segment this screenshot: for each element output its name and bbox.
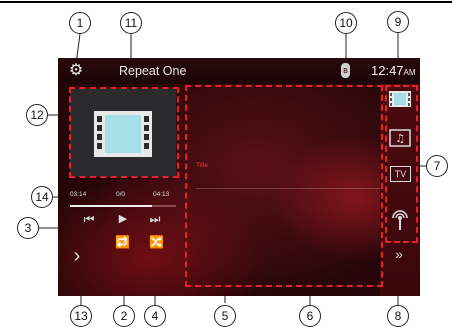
callout-14: 14: [31, 186, 53, 208]
total-time: 04:13: [153, 191, 170, 198]
svg-text:♫: ♫: [395, 132, 405, 145]
track-counter: 0/0: [116, 191, 126, 198]
callout-10: 10: [335, 12, 357, 34]
callout-3: 3: [17, 217, 39, 239]
repeat-icon[interactable]: 🔁: [115, 235, 130, 249]
clock-time: 12:47: [371, 63, 404, 78]
head-unit-screen: ⚙ Repeat One ʙ 12:47AM 03:14 0/0 04:13 ⏮…: [58, 58, 420, 296]
clock-am-pm: AM: [403, 68, 416, 77]
callout-1: 1: [69, 12, 91, 34]
tv-label: TV: [390, 166, 411, 182]
shuffle-icon[interactable]: 🔀: [149, 235, 164, 249]
expand-more-icon[interactable]: »: [391, 246, 407, 262]
info-area-highlight: [185, 85, 383, 287]
clock: 12:47AM: [371, 63, 416, 78]
callout-4: 4: [144, 305, 166, 327]
radio-source-icon[interactable]: [388, 206, 412, 232]
title-divider: [196, 188, 381, 189]
settings-gear-icon[interactable]: ⚙: [67, 62, 85, 80]
callout-12: 12: [26, 104, 48, 126]
elapsed-time: 03:14: [70, 191, 87, 198]
song-title: Title: [196, 162, 209, 169]
bluetooth-icon: ʙ: [341, 63, 350, 78]
callout-13: 13: [70, 305, 92, 327]
repeat-mode-label: Repeat One: [119, 64, 187, 78]
callout-11: 11: [120, 12, 142, 34]
music-source-icon[interactable]: ♫: [388, 129, 412, 147]
callout-7: 7: [426, 155, 448, 177]
video-source-icon[interactable]: [388, 90, 412, 108]
callout-5: 5: [214, 305, 236, 327]
progress-bar[interactable]: [70, 205, 176, 207]
previous-track-icon[interactable]: ⏮: [80, 212, 98, 226]
progress-fill: [70, 205, 152, 207]
top-rule: [0, 1, 452, 3]
album-art-highlight: [69, 87, 179, 178]
callout-6: 6: [299, 305, 321, 327]
next-track-icon[interactable]: ⏭: [146, 212, 164, 226]
callout-9: 9: [387, 11, 409, 33]
play-icon[interactable]: ▶: [116, 212, 130, 226]
status-bar: ⚙ Repeat One ʙ 12:47AM: [58, 58, 420, 84]
tv-source-icon[interactable]: TV: [388, 165, 412, 183]
callout-2: 2: [113, 305, 135, 327]
back-arrow-icon[interactable]: ›: [70, 246, 84, 266]
callout-8: 8: [387, 305, 409, 327]
